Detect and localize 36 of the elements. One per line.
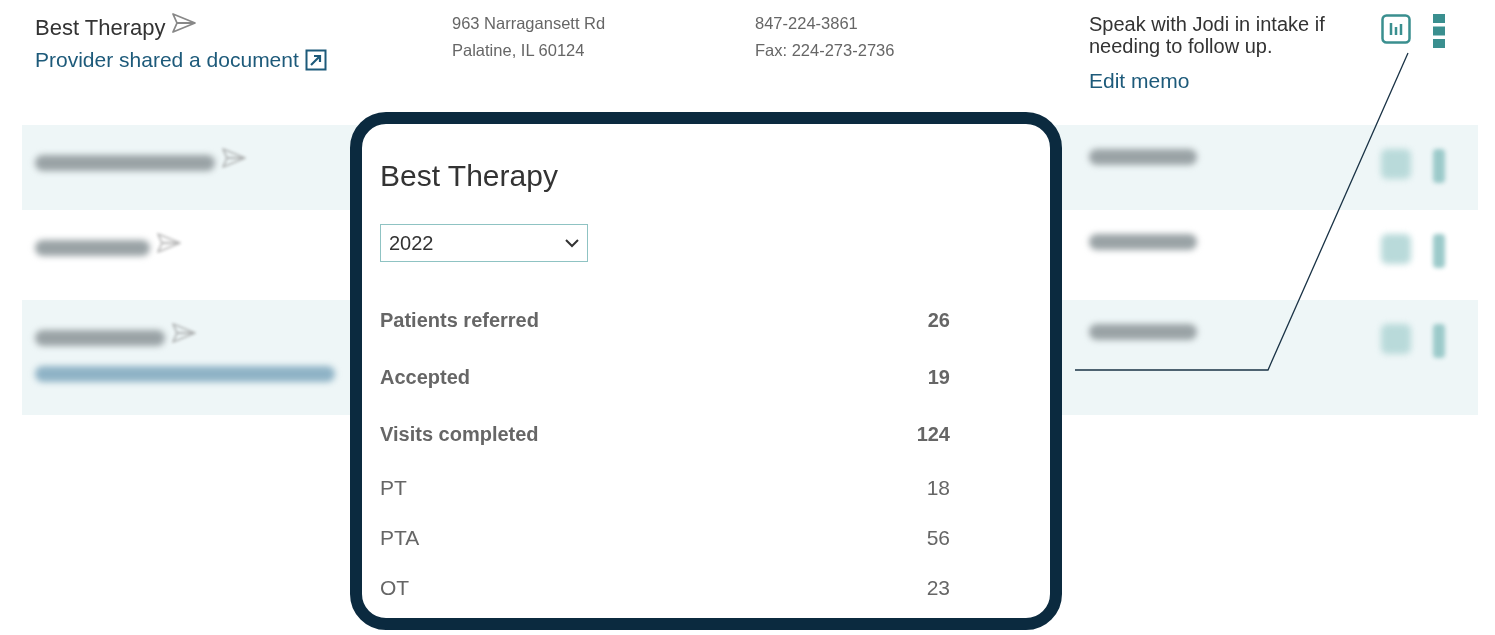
blurred-icon [1381,234,1411,264]
edit-memo-link[interactable]: Edit memo [1089,69,1381,93]
fax-number: Fax: 224-273-2736 [755,40,896,61]
stat-label: Visits completed [380,423,539,446]
blurred-icon [1433,149,1445,183]
memo-text: Speak with Jodi in intake if needing to follow up. [1089,13,1326,57]
send-icon [221,147,247,169]
provider-name: Best Therapy [35,15,166,41]
phone-number: 847-224-3861 [755,13,859,34]
stat-value: 56 [926,526,950,550]
chart-icon[interactable] [1381,14,1411,44]
stat-label: PT [380,476,407,500]
stat-value: 18 [926,476,950,500]
address-line: 963 Narragansett Rd [452,13,607,34]
stat-label: Accepted [380,366,471,389]
popup-title: Best Therapy [380,158,559,194]
stat-value: 23 [926,576,950,600]
menu-icon[interactable] [1433,14,1445,48]
stat-value: 26 [927,309,950,332]
send-icon [156,232,182,254]
send-icon[interactable] [171,12,198,34]
address-line: Palatine, IL 60124 [452,40,586,61]
year-select[interactable]: 2022 [380,224,588,262]
stat-value: 19 [927,366,950,389]
caret-icon [565,238,579,248]
external-link-icon[interactable] [304,49,327,71]
stat-label: OT [380,576,410,600]
blurred-icon [1433,234,1445,268]
blurred-icon [1433,324,1445,358]
send-icon [171,322,197,344]
document-link[interactable]: Provider shared a document [35,48,299,72]
blurred-icon [1381,324,1411,354]
stat-value: 124 [916,423,950,446]
blurred-icon [1381,149,1411,179]
stat-label: Patients referred [380,309,539,332]
stat-label: PTA [380,526,420,550]
